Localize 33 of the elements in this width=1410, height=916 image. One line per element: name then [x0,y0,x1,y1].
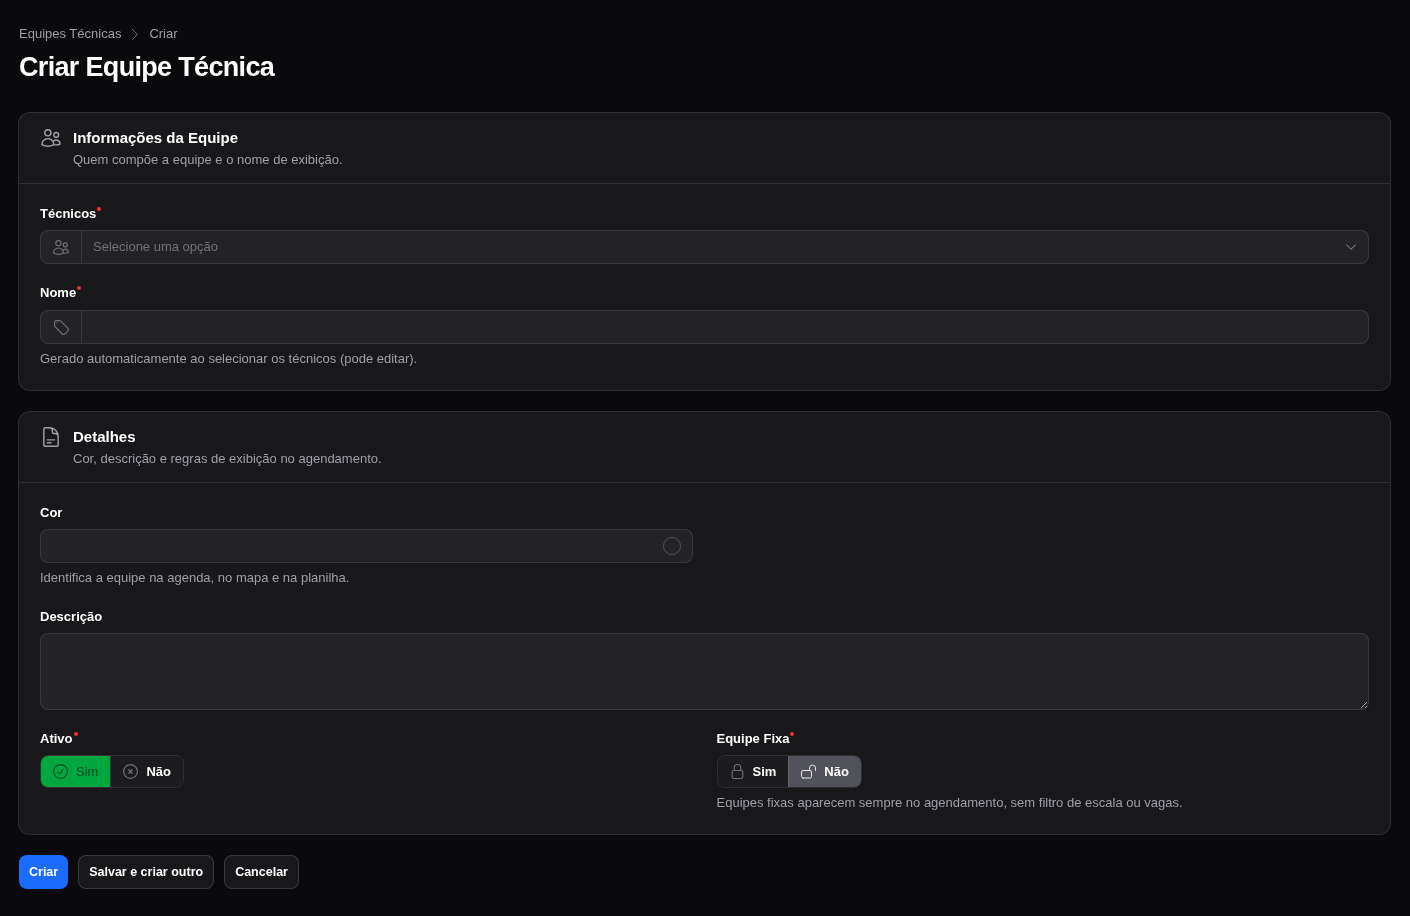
lock-icon [729,764,745,779]
breadcrumb-link[interactable]: Criar [149,26,178,42]
unlocked-lock-icon [801,764,817,779]
section-title: Informações da Equipe [73,128,240,148]
field-label: Equipe Fixa [716,730,790,748]
field-hint: Equipes fixas aparecem sempre no agendamento, sem filtro de escala ou vagas. [716,794,1184,812]
breadcrumb-link[interactable]: Equipes Técnicas [19,26,122,42]
field-label: Cor [40,504,63,522]
document-icon [43,427,59,447]
field-label: Ativo [40,730,73,748]
action-button[interactable]: Salvar e criar outro [78,855,215,889]
tag-icon [53,319,69,335]
toggle-option[interactable]: Não [788,756,861,787]
field-hint: Identifica a equipe na agenda, no mapa e na planilha. [40,569,351,587]
field-label: Técnicos [40,205,97,223]
section-description: Quem compõe a equipe e o nome de exibição. [73,151,343,169]
text-input[interactable] [40,310,1369,344]
field-label: Nome [40,284,77,302]
description-textarea[interactable] [40,633,1369,710]
field-hint: Gerado automaticamente ao selecionar os técnicos (pode editar). [40,350,419,368]
users-icon [53,239,69,255]
chevron-right-icon [132,28,139,40]
section-description: Cor, descrição e regras de exibição no agendamento. [73,450,382,468]
field-label: Descrição [40,608,103,626]
toggle-option[interactable]: Sim [717,756,789,787]
action-button[interactable]: Cancelar [224,855,299,889]
action-button[interactable]: Criar [19,855,69,889]
color-input[interactable] [40,529,693,563]
page-title: Criar Equipe Técnica [19,51,276,84]
section-title: Detalhes [73,427,137,447]
users-icon [41,129,61,147]
chevron-down-icon [1346,244,1356,250]
toggle-option[interactable]: Não [110,756,183,787]
